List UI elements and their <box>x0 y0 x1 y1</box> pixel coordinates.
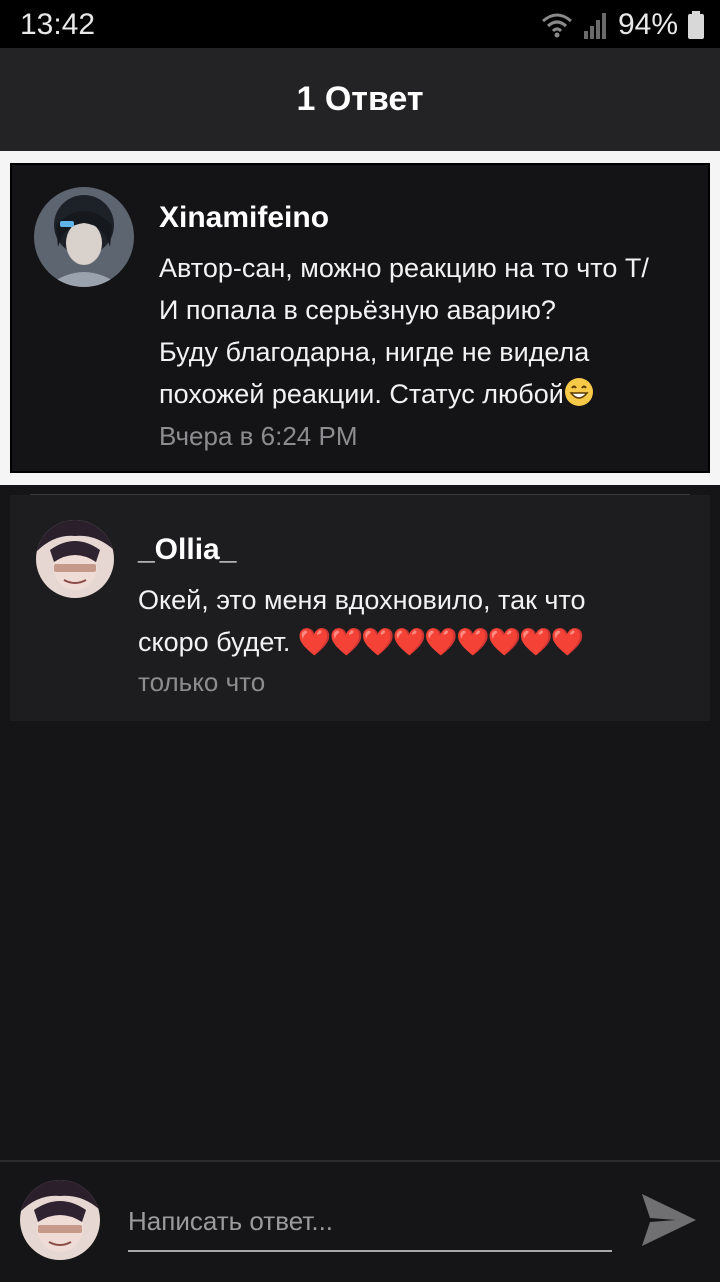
parent-comment[interactable]: Xinamifeino Автор-сан, можно реакцию на … <box>10 163 710 473</box>
status-time: 13:42 <box>20 8 96 41</box>
battery-percent: 94% <box>617 8 678 41</box>
avatar[interactable] <box>36 520 114 598</box>
battery-icon <box>688 11 704 39</box>
grinning-face-icon <box>564 378 593 406</box>
status-bar: 13:42 94% <box>0 0 720 48</box>
comment-author[interactable]: Xinamifeino <box>159 201 329 235</box>
comment-text: Автор-сан, можно реакцию на то что Т/ И … <box>159 247 699 415</box>
comment-timestamp: Вчера в 6:24 PM <box>159 421 358 451</box>
send-button[interactable] <box>638 1190 700 1250</box>
comment-timestamp: только что <box>138 667 266 697</box>
comment-text: Окей, это меня вдохновило, так что скоро… <box>138 579 698 663</box>
parent-comment-highlight: Xinamifeino Автор-сан, можно реакцию на … <box>0 151 720 485</box>
send-icon <box>642 1194 696 1246</box>
reply-input[interactable] <box>128 1192 612 1252</box>
app-header: 1 Ответ <box>0 48 720 151</box>
reply-comment[interactable]: _Ollia_ Окей, это меня вдохновило, так ч… <box>10 495 710 721</box>
comment-author[interactable]: _Ollia_ <box>138 533 236 567</box>
my-avatar[interactable] <box>20 1180 100 1260</box>
status-icons: 94% <box>540 8 704 42</box>
page-title: 1 Ответ <box>296 80 424 118</box>
avatar[interactable] <box>34 187 134 287</box>
wifi-icon <box>541 13 572 38</box>
hearts-emoji: ❤️❤️❤️❤️❤️❤️❤️❤️❤️ <box>297 627 585 657</box>
signal-icon <box>583 13 606 39</box>
